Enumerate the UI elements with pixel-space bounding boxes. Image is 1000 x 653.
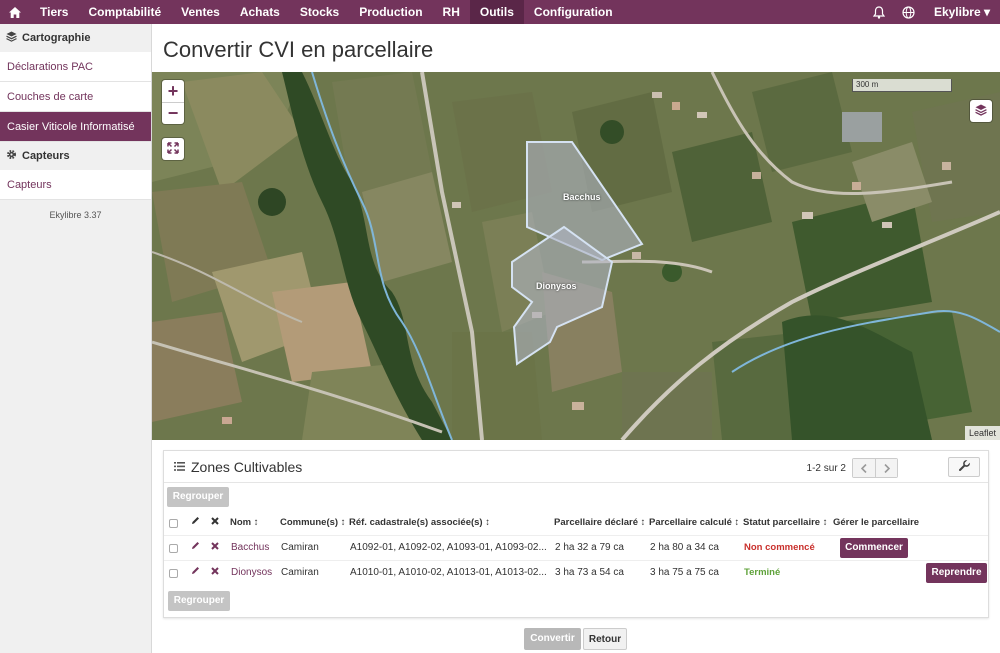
edit-icon[interactable] xyxy=(191,561,200,585)
declared-area: 3 ha 73 a 54 ca xyxy=(555,567,624,578)
convert-button[interactable]: Convertir xyxy=(524,628,581,650)
zone-name-link[interactable]: Dionysos xyxy=(231,561,272,585)
col-parcellaire-calcule[interactable]: Parcellaire calculé ↕ xyxy=(649,511,739,535)
top-navbar: Tiers Comptabilité Ventes Achats Stocks … xyxy=(0,0,1000,24)
sidebar-section-capteurs: Capteurs xyxy=(0,142,151,170)
status-badge: Terminé xyxy=(744,567,781,578)
page-title: Convertir CVI en parcellaire xyxy=(163,37,434,62)
list-icon xyxy=(174,460,185,474)
nav-rh[interactable]: RH xyxy=(433,0,470,24)
close-icon xyxy=(211,511,219,535)
app-version: Ekylibre 3.37 xyxy=(49,210,102,220)
computed-area: 2 ha 80 a 34 ca xyxy=(650,542,719,553)
col-communes[interactable]: Commune(s) ↕ xyxy=(280,511,345,535)
table-row: Dionysos Camiran A1010-01, A1010-02, A10… xyxy=(164,560,988,584)
nav-configuration[interactable]: Configuration xyxy=(524,0,623,24)
declared-area: 2 ha 32 a 79 ca xyxy=(555,542,624,553)
expand-icon xyxy=(167,141,179,157)
wrench-icon xyxy=(958,459,971,474)
zoom-control: + − xyxy=(162,80,184,124)
layers-button[interactable] xyxy=(970,100,992,122)
satellite-imagery xyxy=(152,72,1000,440)
map-attribution[interactable]: Leaflet xyxy=(964,426,1000,440)
cadastral-refs: A1010-01, A1010-02, A1013-01, A1013-02..… xyxy=(350,567,547,578)
form-actions: Convertir Retour xyxy=(524,628,627,650)
parcel-label-dionysos[interactable]: Dionysos xyxy=(536,281,577,291)
col-parcellaire-declare[interactable]: Parcellaire déclaré ↕ xyxy=(554,511,645,535)
regroup-button-top[interactable]: Regrouper xyxy=(167,487,229,507)
col-gerer: Gérer le parcellaire xyxy=(833,517,920,528)
sidebar-item-cvi[interactable]: Casier Viticole Informatisé xyxy=(0,112,151,142)
panel-header: Zones Cultivables 1-2 sur 2 xyxy=(164,451,988,483)
zone-name-link[interactable]: Bacchus xyxy=(231,536,269,560)
zoom-in-button[interactable]: + xyxy=(162,80,184,102)
resume-button[interactable]: Reprendre xyxy=(926,563,987,583)
row-checkbox[interactable] xyxy=(169,569,178,578)
main-content: Convertir CVI en parcellaire Bacchus Dio… xyxy=(152,24,1000,653)
sidebar-section-title: Capteurs xyxy=(22,150,70,162)
gear-icon xyxy=(6,149,17,163)
nav-outils[interactable]: Outils xyxy=(469,0,524,24)
col-nom[interactable]: Nom ↕ xyxy=(230,511,259,535)
nav-stocks[interactable]: Stocks xyxy=(290,0,349,24)
sidebar-item-capteurs[interactable]: Capteurs xyxy=(0,170,151,200)
nav-tiers[interactable]: Tiers xyxy=(30,0,78,24)
map[interactable]: Bacchus Dionysos + − 300 m Leaflet xyxy=(152,72,1000,440)
nav-comptabilite[interactable]: Comptabilité xyxy=(78,0,171,24)
settings-button[interactable] xyxy=(948,457,980,477)
panel-title: Zones Cultivables xyxy=(191,458,303,475)
nav-production[interactable]: Production xyxy=(349,0,432,24)
zoom-out-button[interactable]: − xyxy=(162,102,184,124)
prev-page-button[interactable] xyxy=(853,459,875,477)
layers-icon xyxy=(975,104,987,119)
sidebar: Cartographie Déclarations PAC Couches de… xyxy=(0,24,152,653)
delete-icon[interactable] xyxy=(211,561,219,585)
delete-icon[interactable] xyxy=(211,536,219,560)
table-header: Nom ↕ Commune(s) ↕ Réf. cadastrale(s) as… xyxy=(164,511,988,535)
commune: Camiran xyxy=(281,542,319,553)
pencil-icon xyxy=(191,511,200,535)
user-menu[interactable]: Ekylibre ▾ xyxy=(924,0,1000,24)
next-page-button[interactable] xyxy=(875,459,897,477)
select-all-checkbox[interactable] xyxy=(169,519,178,528)
start-button[interactable]: Commencer xyxy=(840,538,908,558)
layers-icon xyxy=(6,31,17,45)
regroup-button-bottom[interactable]: Regrouper xyxy=(168,591,230,611)
fullscreen-button[interactable] xyxy=(162,138,184,160)
sidebar-item-declarations-pac[interactable]: Déclarations PAC xyxy=(0,52,151,82)
zones-panel: Zones Cultivables 1-2 sur 2 Regrouper No… xyxy=(163,450,989,618)
sidebar-item-couches-de-carte[interactable]: Couches de carte xyxy=(0,82,151,112)
bell-icon[interactable] xyxy=(864,0,894,24)
status-badge: Non commencé xyxy=(744,542,815,553)
commune: Camiran xyxy=(281,567,319,578)
sidebar-section-cartographie: Cartographie xyxy=(0,24,151,52)
pagination-info: 1-2 sur 2 xyxy=(806,462,846,474)
table-row: Bacchus Camiran A1092-01, A1092-02, A109… xyxy=(164,535,988,559)
col-statut[interactable]: Statut parcellaire ↕ xyxy=(743,511,827,535)
parcel-label-bacchus[interactable]: Bacchus xyxy=(563,192,601,202)
row-checkbox[interactable] xyxy=(169,544,178,553)
pagination: 1-2 sur 2 xyxy=(807,458,898,478)
home-icon[interactable] xyxy=(0,0,30,24)
computed-area: 3 ha 75 a 75 ca xyxy=(650,567,719,578)
cadastral-refs: A1092-01, A1092-02, A1093-01, A1093-02..… xyxy=(350,542,547,553)
map-scale: 300 m xyxy=(852,79,952,92)
globe-icon[interactable] xyxy=(894,0,924,24)
sidebar-section-title: Cartographie xyxy=(22,32,91,44)
nav-ventes[interactable]: Ventes xyxy=(171,0,230,24)
edit-icon[interactable] xyxy=(191,536,200,560)
nav-achats[interactable]: Achats xyxy=(230,0,290,24)
col-ref-cadastrales[interactable]: Réf. cadastrale(s) associée(s) ↕ xyxy=(349,511,490,535)
back-button[interactable]: Retour xyxy=(583,628,627,650)
